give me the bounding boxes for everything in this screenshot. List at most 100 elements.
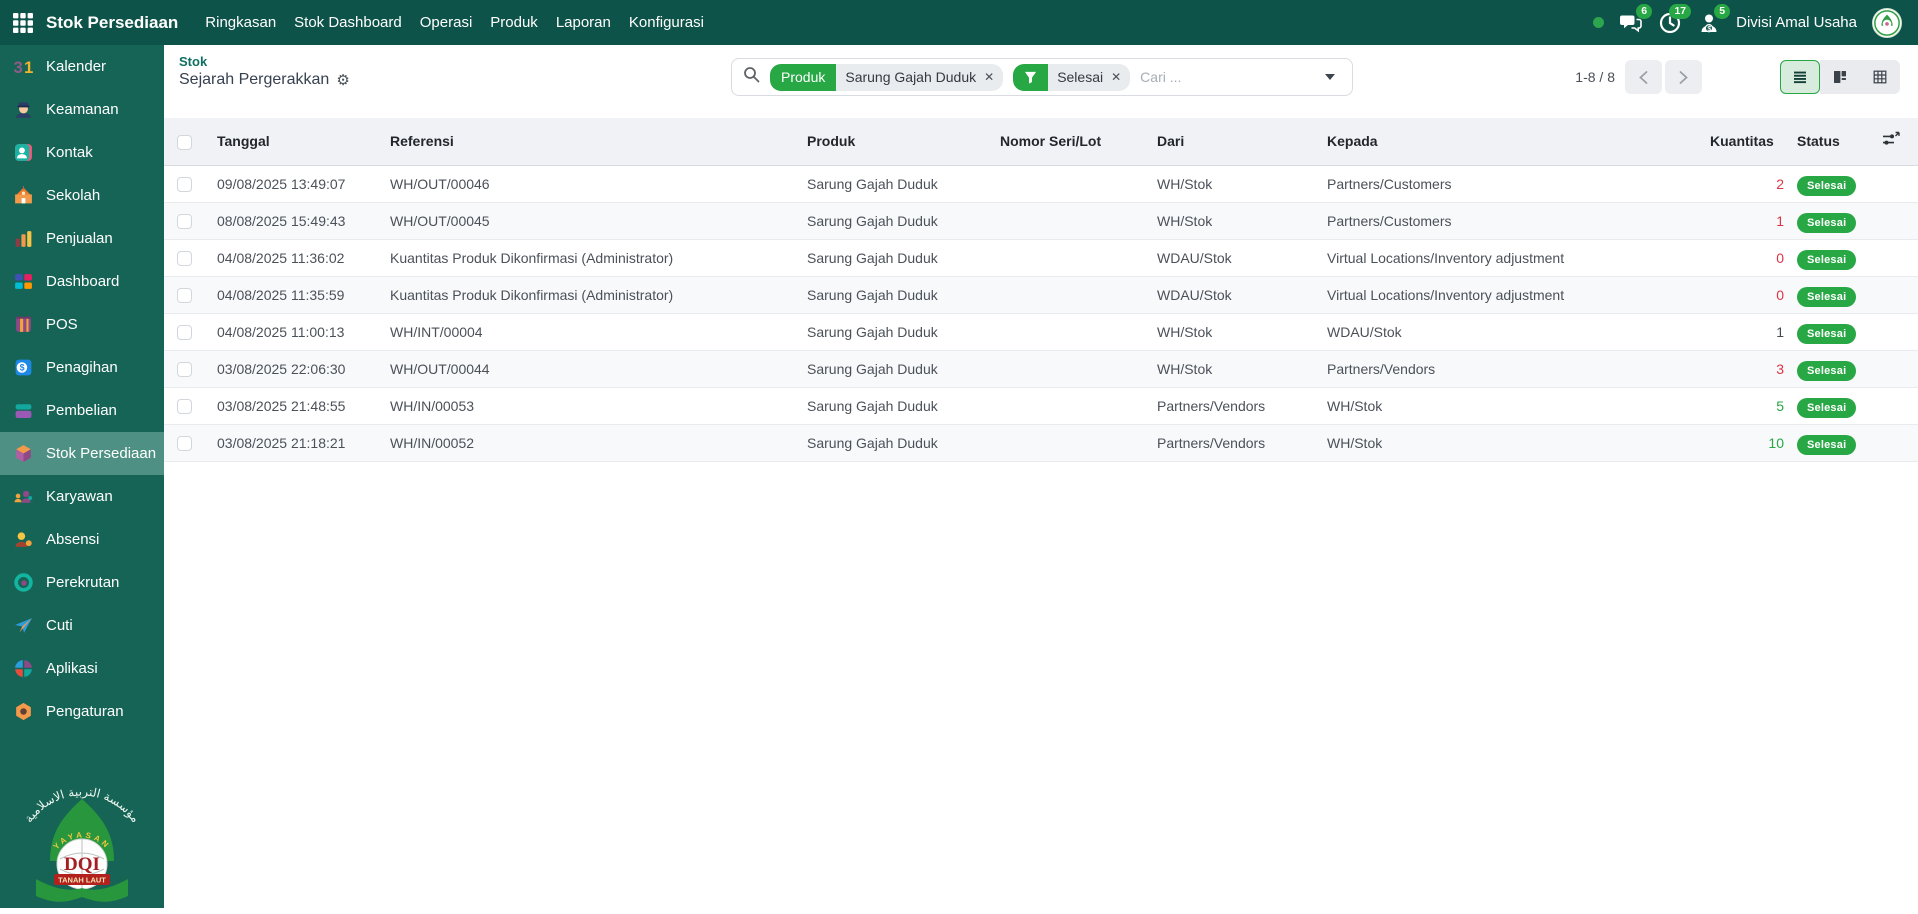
menu-konfigurasi[interactable]: Konfigurasi <box>620 14 713 31</box>
cell-serial[interactable] <box>987 202 1144 239</box>
cell-kepada[interactable]: Partners/Vendors <box>1314 350 1697 387</box>
user-menu[interactable]: Divisi Amal Usaha <box>1736 14 1857 31</box>
cell-produk[interactable]: Sarung Gajah Duduk <box>794 276 987 313</box>
table-row[interactable]: 03/08/2025 22:06:30 WH/OUT/00044 Sarung … <box>164 350 1918 387</box>
column-kepada[interactable]: Kepada <box>1314 118 1697 165</box>
kanban-view-button[interactable] <box>1820 60 1860 94</box>
row-checkbox[interactable] <box>177 362 192 377</box>
sidebar-item-kalender[interactable]: 31 Kalender <box>0 45 164 88</box>
activities-clock-icon[interactable]: 17 <box>1658 11 1682 35</box>
column-referensi[interactable]: Referensi <box>377 118 794 165</box>
cell-referensi[interactable]: Kuantitas Produk Dikonfirmasi (Administr… <box>377 239 794 276</box>
column-produk[interactable]: Produk <box>794 118 987 165</box>
avatar[interactable] <box>1872 8 1902 38</box>
cell-dari[interactable]: WH/Stok <box>1144 350 1314 387</box>
sidebar-item-aplikasi[interactable]: Aplikasi <box>0 647 164 690</box>
column-status[interactable]: Status <box>1784 118 1868 165</box>
cell-kepada[interactable]: WH/Stok <box>1314 424 1697 461</box>
cell-serial[interactable] <box>987 387 1144 424</box>
cell-kepada[interactable]: WH/Stok <box>1314 387 1697 424</box>
cell-produk[interactable]: Sarung Gajah Duduk <box>794 350 987 387</box>
cell-kuantitas[interactable]: 3 <box>1697 350 1784 387</box>
table-row[interactable]: 09/08/2025 13:49:07 WH/OUT/00046 Sarung … <box>164 165 1918 202</box>
row-checkbox[interactable] <box>177 251 192 266</box>
cell-tanggal[interactable]: 03/08/2025 22:06:30 <box>204 350 377 387</box>
pivot-view-button[interactable] <box>1860 60 1900 94</box>
cell-serial[interactable] <box>987 165 1144 202</box>
cell-produk[interactable]: Sarung Gajah Duduk <box>794 239 987 276</box>
cell-kepada[interactable]: Partners/Customers <box>1314 165 1697 202</box>
requests-person-icon[interactable]: $ 5 <box>1697 11 1721 35</box>
sidebar-item-stok-persediaan[interactable]: Stok Persediaan <box>0 432 164 475</box>
pager-next-button[interactable] <box>1665 60 1702 94</box>
cell-dari[interactable]: WH/Stok <box>1144 313 1314 350</box>
sidebar-item-penjualan[interactable]: Penjualan <box>0 217 164 260</box>
cell-kepada[interactable]: Virtual Locations/Inventory adjustment <box>1314 239 1697 276</box>
cell-tanggal[interactable]: 09/08/2025 13:49:07 <box>204 165 377 202</box>
sidebar-item-keamanan[interactable]: Keamanan <box>0 88 164 131</box>
cell-serial[interactable] <box>987 276 1144 313</box>
sidebar-item-absensi[interactable]: Absensi <box>0 518 164 561</box>
row-checkbox[interactable] <box>177 288 192 303</box>
row-checkbox[interactable] <box>177 399 192 414</box>
cell-dari[interactable]: WDAU/Stok <box>1144 276 1314 313</box>
search-input[interactable] <box>1140 69 1308 85</box>
cell-tanggal[interactable]: 03/08/2025 21:48:55 <box>204 387 377 424</box>
cell-kuantitas[interactable]: 1 <box>1697 202 1784 239</box>
search-dropdown-toggle[interactable] <box>1308 59 1352 95</box>
table-row[interactable]: 04/08/2025 11:00:13 WH/INT/00004 Sarung … <box>164 313 1918 350</box>
sidebar-item-cuti[interactable]: Cuti <box>0 604 164 647</box>
cell-kuantitas[interactable]: 0 <box>1697 276 1784 313</box>
app-name[interactable]: Stok Persediaan <box>46 13 178 33</box>
breadcrumb-app-link[interactable]: Stok <box>179 54 350 69</box>
cell-kuantitas[interactable]: 5 <box>1697 387 1784 424</box>
cell-produk[interactable]: Sarung Gajah Duduk <box>794 424 987 461</box>
column-dari[interactable]: Dari <box>1144 118 1314 165</box>
facet-remove-icon[interactable]: ✕ <box>1111 70 1121 84</box>
cell-tanggal[interactable]: 03/08/2025 21:18:21 <box>204 424 377 461</box>
table-row[interactable]: 04/08/2025 11:36:02 Kuantitas Produk Dik… <box>164 239 1918 276</box>
cell-produk[interactable]: Sarung Gajah Duduk <box>794 387 987 424</box>
menu-produk[interactable]: Produk <box>481 14 547 31</box>
cell-referensi[interactable]: WH/OUT/00045 <box>377 202 794 239</box>
sidebar-item-kontak[interactable]: Kontak <box>0 131 164 174</box>
messages-icon[interactable]: 6 <box>1619 11 1643 35</box>
cell-tanggal[interactable]: 04/08/2025 11:00:13 <box>204 313 377 350</box>
table-row[interactable]: 03/08/2025 21:18:21 WH/IN/00052 Sarung G… <box>164 424 1918 461</box>
menu-laporan[interactable]: Laporan <box>547 14 620 31</box>
sidebar-item-pengaturan[interactable]: Pengaturan <box>0 690 164 733</box>
sidebar-item-dashboard[interactable]: Dashboard <box>0 260 164 303</box>
cell-kuantitas[interactable]: 10 <box>1697 424 1784 461</box>
menu-operasi[interactable]: Operasi <box>411 14 482 31</box>
facet-remove-icon[interactable]: ✕ <box>984 70 994 84</box>
cell-referensi[interactable]: WH/IN/00053 <box>377 387 794 424</box>
select-all-checkbox[interactable] <box>177 135 192 150</box>
cell-dari[interactable]: Partners/Vendors <box>1144 387 1314 424</box>
row-checkbox[interactable] <box>177 436 192 451</box>
row-checkbox[interactable] <box>177 214 192 229</box>
sidebar-item-pos[interactable]: POS <box>0 303 164 346</box>
list-view-button[interactable] <box>1780 60 1820 94</box>
cell-referensi[interactable]: WH/INT/00004 <box>377 313 794 350</box>
cell-serial[interactable] <box>987 350 1144 387</box>
menu-ringkasan[interactable]: Ringkasan <box>196 14 285 31</box>
cell-dari[interactable]: WH/Stok <box>1144 165 1314 202</box>
cell-kepada[interactable]: Partners/Customers <box>1314 202 1697 239</box>
column-tanggal[interactable]: Tanggal <box>204 118 377 165</box>
table-row[interactable]: 04/08/2025 11:35:59 Kuantitas Produk Dik… <box>164 276 1918 313</box>
cell-tanggal[interactable]: 08/08/2025 15:49:43 <box>204 202 377 239</box>
cell-kepada[interactable]: Virtual Locations/Inventory adjustment <box>1314 276 1697 313</box>
cell-serial[interactable] <box>987 239 1144 276</box>
row-checkbox[interactable] <box>177 325 192 340</box>
row-checkbox[interactable] <box>177 177 192 192</box>
table-row[interactable]: 03/08/2025 21:48:55 WH/IN/00053 Sarung G… <box>164 387 1918 424</box>
gear-icon[interactable]: ⚙ <box>336 71 349 89</box>
cell-tanggal[interactable]: 04/08/2025 11:36:02 <box>204 239 377 276</box>
cell-kuantitas[interactable]: 1 <box>1697 313 1784 350</box>
cell-dari[interactable]: Partners/Vendors <box>1144 424 1314 461</box>
cell-produk[interactable]: Sarung Gajah Duduk <box>794 165 987 202</box>
menu-stok-dashboard[interactable]: Stok Dashboard <box>285 14 411 31</box>
pager-previous-button[interactable] <box>1625 60 1662 94</box>
column-nomor-seri[interactable]: Nomor Seri/Lot <box>987 118 1144 165</box>
cell-kuantitas[interactable]: 2 <box>1697 165 1784 202</box>
